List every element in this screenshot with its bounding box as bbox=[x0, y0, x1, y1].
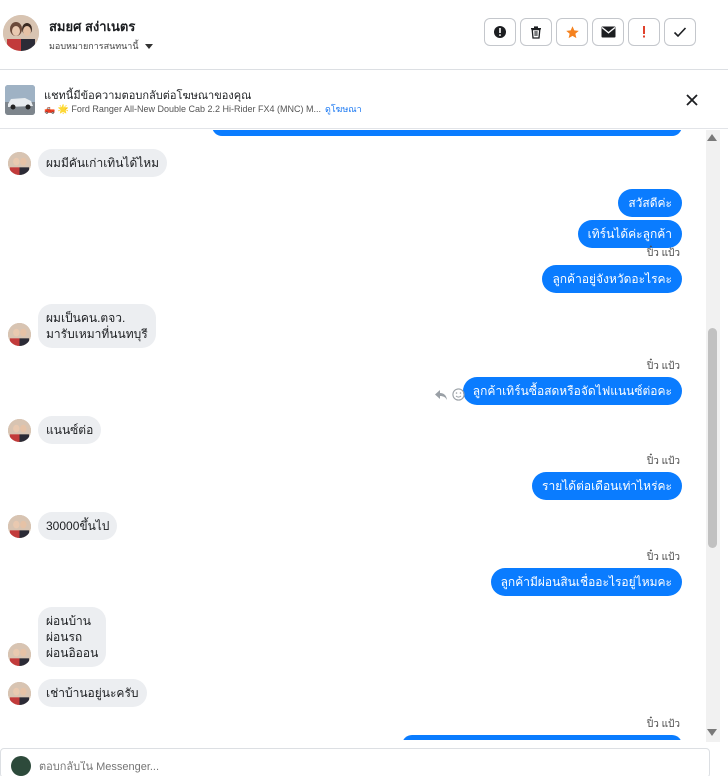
exclamation-icon bbox=[643, 26, 645, 38]
assign-conversation-dropdown[interactable]: มอบหมายการสนทนานี้ bbox=[49, 39, 153, 53]
assign-label: มอบหมายการสนทนานี้ bbox=[49, 41, 139, 51]
reply-input[interactable] bbox=[39, 761, 639, 773]
ad-reply-banner: แชทนี้มีข้อความตอบกลับต่อโฆษณาของคุณ 🛻 🌟… bbox=[0, 71, 728, 129]
outgoing-message-clipped bbox=[212, 130, 682, 136]
contact-avatar-small bbox=[8, 515, 31, 538]
emoji-react-icon[interactable] bbox=[452, 388, 465, 401]
outgoing-message-clipped bbox=[402, 735, 682, 740]
check-icon bbox=[673, 27, 687, 38]
delete-button[interactable] bbox=[520, 18, 552, 46]
contact-avatar-small bbox=[8, 643, 31, 666]
trash-icon bbox=[531, 26, 541, 39]
ad-banner-subtitle: 🛻 🌟 Ford Ranger All-New Double Cab 2.2 H… bbox=[44, 102, 362, 116]
caret-down-icon bbox=[144, 43, 153, 49]
sender-name: ปิ๋ว แป้ว bbox=[646, 456, 680, 467]
outgoing-message: ลูกค้ามีผ่อนสินเชื่ออะไรอยู่ไหมคะ bbox=[490, 568, 682, 596]
contact-avatar-small bbox=[8, 152, 31, 175]
envelope-icon bbox=[601, 26, 615, 38]
scroll-up-icon[interactable] bbox=[707, 134, 717, 141]
view-ad-link[interactable]: ดูโฆษณา bbox=[325, 104, 362, 114]
incoming-message: ผมเป็นคน.ตจว. มารับเหมาที่นนทบุรี bbox=[38, 304, 156, 348]
conversation-toolbar bbox=[484, 18, 696, 46]
reply-icon[interactable] bbox=[434, 389, 448, 401]
message-thread[interactable]: ผมมีคันเก่าเทินได้ไหม สวัสดีค่ะ เทิร์นได… bbox=[0, 130, 706, 740]
message-composer[interactable] bbox=[0, 748, 710, 776]
outgoing-message: รายได้ต่อเดือนเท่าไหร่คะ bbox=[532, 472, 682, 500]
follow-up-button[interactable] bbox=[628, 18, 660, 46]
close-icon[interactable] bbox=[684, 92, 700, 108]
page-avatar bbox=[11, 756, 31, 776]
incoming-message: แนนซ์ต่อ bbox=[38, 416, 102, 444]
incoming-message: 30000ขึ้นไป bbox=[38, 512, 118, 540]
sender-name: ปิ๋ว แป้ว bbox=[646, 361, 680, 372]
contact-avatar-small bbox=[8, 323, 31, 346]
exclamation-circle-icon bbox=[494, 26, 506, 38]
incoming-message: เช่าบ้านอยู่นะครับ bbox=[38, 679, 147, 707]
scroll-down-icon[interactable] bbox=[707, 729, 717, 736]
incoming-message: ผ่อนบ้าน ผ่อนรถ ผ่อนอิออน bbox=[38, 607, 107, 667]
mark-unread-button[interactable] bbox=[592, 18, 624, 46]
contact-avatar-small bbox=[8, 682, 31, 705]
outgoing-message: ลูกค้าเทิร์นซื้อสดหรือจัดไฟแนนซ์ต่อคะ bbox=[462, 377, 682, 405]
star-button[interactable] bbox=[556, 18, 588, 46]
scrollbar-thumb[interactable] bbox=[708, 328, 717, 548]
outgoing-message: สวัสดีค่ะ bbox=[618, 189, 682, 217]
conversation-header: สมยศ สง่าเนตร มอบหมายการสนทนานี้ bbox=[0, 0, 728, 70]
message-hover-actions bbox=[434, 388, 465, 401]
incoming-message: ผมมีคันเก่าเทินได้ไหม bbox=[38, 149, 168, 177]
sender-name: ปิ๋ว แป้ว bbox=[646, 248, 680, 259]
sender-name: ปิ๋ว แป้ว bbox=[646, 719, 680, 730]
ad-thumbnail[interactable] bbox=[5, 85, 35, 115]
mark-done-button[interactable] bbox=[664, 18, 696, 46]
ad-subtitle-text: 🛻 🌟 Ford Ranger All-New Double Cab 2.2 H… bbox=[44, 104, 321, 114]
outgoing-message: เทิร์นได้ค่ะลูกค้า bbox=[577, 220, 682, 248]
contact-avatar[interactable] bbox=[3, 15, 39, 51]
star-icon bbox=[565, 25, 579, 38]
contact-avatar-small bbox=[8, 419, 31, 442]
outgoing-message: ลูกค้าอยู่จังหวัดอะไรคะ bbox=[542, 265, 682, 293]
mark-spam-button[interactable] bbox=[484, 18, 516, 46]
contact-name: สมยศ สง่าเนตร bbox=[49, 19, 136, 34]
sender-name: ปิ๋ว แป้ว bbox=[646, 552, 680, 563]
